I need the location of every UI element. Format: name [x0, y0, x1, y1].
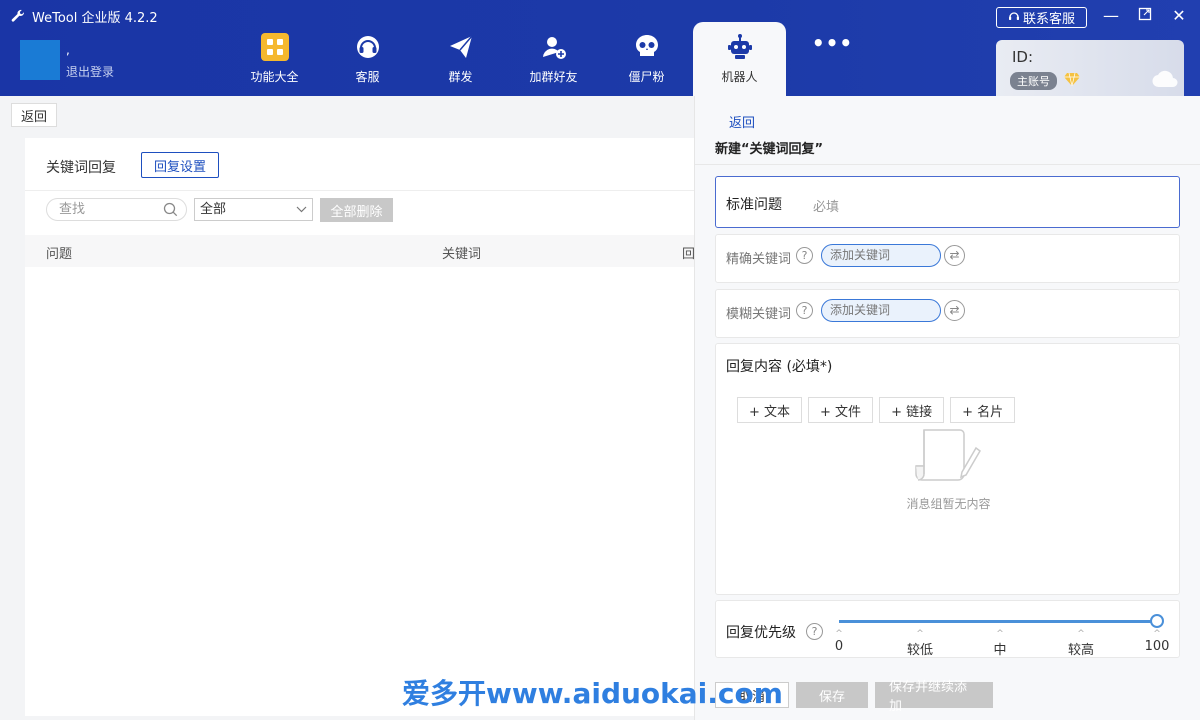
chevron-down-icon — [296, 199, 307, 227]
priority-tick: ^ 较高 — [1067, 629, 1095, 659]
reply-content-label: 回复内容 (必填*) — [726, 359, 833, 375]
add-card-button[interactable]: + 名片 — [950, 397, 1016, 423]
paper-plane-icon — [446, 32, 476, 62]
app-title: WeTool 企业版 4.2.2 — [32, 11, 158, 26]
main-nav: 功能大全 客服 群发 加群好友 僵尸粉 机器人 ••• — [228, 22, 879, 96]
panel-title: 关键词回复 — [46, 160, 116, 176]
filter-value: 全部 — [200, 202, 227, 217]
reply-priority-section: 回复优先级 ? ^ 0 ^ 较低 ^ 中 ^ 较高 ^ 100 — [715, 600, 1180, 658]
profile-name: , — [66, 43, 70, 57]
nav-label: 加群好友 — [529, 70, 578, 84]
profile: , 退出登录 — [20, 40, 114, 80]
help-icon[interactable]: ? — [796, 302, 813, 319]
avatar[interactable] — [20, 40, 60, 80]
swap-icon[interactable]: ⇄ — [944, 300, 965, 321]
exact-keyword-input[interactable]: 添加关键词 — [821, 244, 941, 267]
fuzzy-keyword-row: 模糊关键词 ? 添加关键词 ⇄ — [715, 289, 1180, 338]
priority-slider-handle[interactable] — [1150, 614, 1164, 628]
contact-support-label: 联系客服 — [1022, 12, 1075, 27]
nav-item-more[interactable]: ••• — [786, 22, 879, 96]
logout-link[interactable]: 退出登录 — [66, 64, 114, 80]
add-file-button[interactable]: + 文件 — [808, 397, 874, 423]
keyword-reply-panel: 关键词回复 回复设置 查找 全部 全部删除 问题 关键词 回 — [25, 138, 705, 716]
empty-message: 消息组暂无内容 — [906, 497, 991, 511]
minimize-button[interactable]: — — [1101, 6, 1121, 25]
reply-content-section: 回复内容 (必填*) + 文本 + 文件 + 链接 + 名片 消息组暂无内容 — [715, 343, 1180, 595]
cloud-icon — [1152, 70, 1178, 92]
close-button[interactable]: ✕ — [1169, 6, 1189, 25]
filter-select[interactable]: 全部 — [194, 198, 313, 221]
nav-item-broadcast[interactable]: 群发 — [414, 22, 507, 96]
column-header: 关键词 — [442, 247, 482, 262]
divider — [25, 190, 705, 191]
account-card[interactable]: ID: 主账号 — [996, 40, 1184, 96]
nav-label: 群发 — [448, 70, 473, 84]
headset-small-icon — [1008, 10, 1020, 26]
priority-slider-track[interactable] — [839, 620, 1157, 623]
empty-document-icon — [912, 426, 982, 490]
nav-item-add-friends[interactable]: 加群好友 — [507, 22, 600, 96]
title-bar: WeTool 企业版 4.2.2 — [10, 7, 158, 26]
nav-label: 僵尸粉 — [628, 70, 665, 84]
diamond-icon — [1064, 72, 1080, 90]
search-icon[interactable] — [163, 202, 178, 224]
priority-tick: ^ 较低 — [906, 629, 934, 659]
priority-tick: ^ 中 — [993, 629, 1007, 659]
search-input[interactable]: 查找 — [46, 198, 187, 221]
swap-icon[interactable]: ⇄ — [944, 245, 965, 266]
nav-label: 功能大全 — [250, 70, 299, 84]
nav-item-features[interactable]: 功能大全 — [228, 22, 321, 96]
standard-question-field[interactable]: 标准问题 必填 — [715, 176, 1180, 228]
add-content-buttons: + 文本 + 文件 + 链接 + 名片 — [737, 397, 1016, 423]
priority-label: 回复优先级 — [726, 625, 796, 641]
priority-tick: ^ 0 — [834, 629, 844, 655]
priority-tick: ^ 100 — [1144, 629, 1170, 655]
exact-keyword-row: 精确关键词 ? 添加关键词 ⇄ — [715, 234, 1180, 283]
standard-question-label: 标准问题 — [726, 197, 782, 213]
fuzzy-keyword-label: 模糊关键词 — [726, 307, 792, 322]
standard-question-placeholder: 必填 — [813, 200, 840, 215]
more-icon: ••• — [811, 31, 854, 55]
delete-all-button[interactable]: 全部删除 — [320, 198, 393, 222]
add-link-button[interactable]: + 链接 — [879, 397, 945, 423]
nav-label: 客服 — [355, 70, 380, 84]
top-bar: WeTool 企业版 4.2.2 , 退出登录 功能大全 客服 群发 加群好友 … — [0, 0, 1200, 96]
save-and-continue-button[interactable]: 保存并继续添加 — [875, 680, 993, 714]
add-text-button[interactable]: + 文本 — [737, 397, 803, 423]
save-button[interactable]: 保存 — [796, 682, 868, 708]
account-badge: 主账号 — [1010, 72, 1057, 90]
help-icon[interactable]: ? — [796, 247, 813, 264]
nav-item-service[interactable]: 客服 — [321, 22, 414, 96]
drawer-title: 新建“关键词回复” — [715, 142, 824, 157]
exact-keyword-label: 精确关键词 — [726, 252, 792, 267]
reply-settings-button[interactable]: 回复设置 — [141, 152, 219, 178]
search-placeholder: 查找 — [59, 202, 86, 217]
grid-icon — [260, 32, 290, 62]
maximize-button[interactable] — [1135, 6, 1155, 25]
watermark: 爱多开www.aiduokai.com — [402, 677, 783, 710]
drawer-back-link[interactable]: 返回 — [729, 112, 755, 131]
robot-icon — [725, 32, 755, 62]
help-icon[interactable]: ? — [806, 623, 823, 640]
maximize-icon — [1138, 7, 1152, 21]
fuzzy-keyword-input[interactable]: 添加关键词 — [821, 299, 941, 322]
nav-item-robot[interactable]: 机器人 — [693, 22, 786, 96]
account-id-label: ID: — [1012, 48, 1034, 66]
nav-item-zombie-fans[interactable]: 僵尸粉 — [600, 22, 693, 96]
back-button[interactable]: 返回 — [11, 103, 57, 127]
wrench-icon — [11, 9, 24, 22]
skull-icon — [632, 32, 662, 62]
contact-support-button[interactable]: 联系客服 — [996, 7, 1087, 28]
new-keyword-reply-drawer: 返回 新建“关键词回复” 标准问题 必填 精确关键词 ? 添加关键词 ⇄ 模糊关… — [694, 96, 1200, 720]
headset-icon — [353, 32, 383, 62]
nav-label: 机器人 — [721, 70, 758, 84]
column-header: 问题 — [46, 247, 73, 262]
add-user-icon — [539, 32, 569, 62]
divider — [695, 164, 1200, 165]
table-header: 问题 关键词 回 — [25, 235, 705, 267]
